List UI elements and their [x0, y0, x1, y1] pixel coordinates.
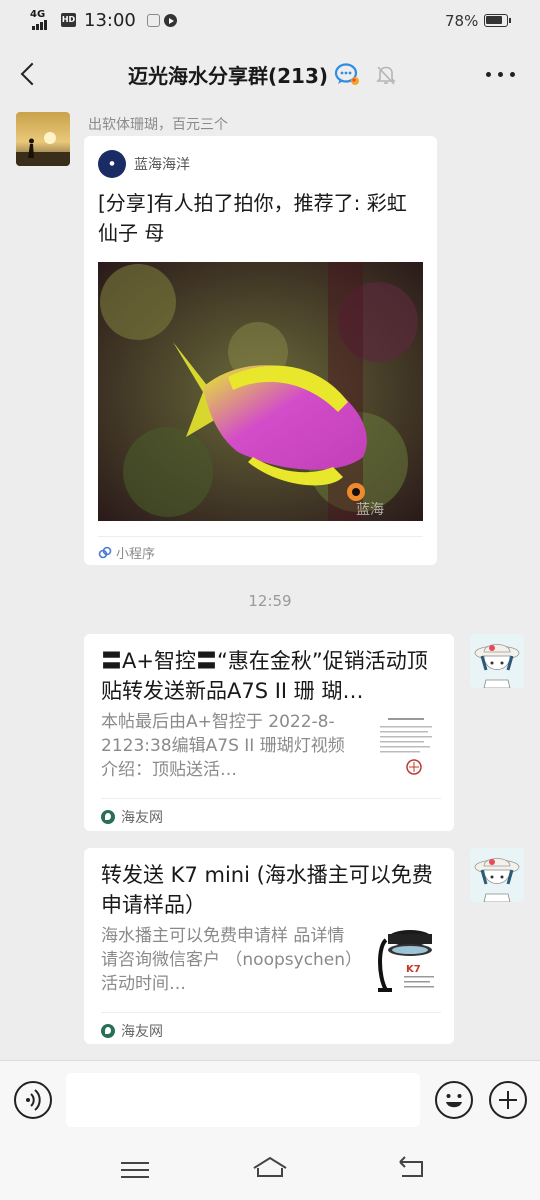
message-list[interactable]: 出软体珊瑚，百元三个 ● 蓝海海洋 [分享]有人拍了拍你，推荐了: 彩虹仙子 母	[0, 106, 540, 1060]
article-thumbnail	[374, 712, 438, 784]
article-card[interactable]: 〓A+智控〓“惠在金秋”促销活动顶贴转发送新品A7S II 珊 瑚… 本帖最后由…	[84, 634, 454, 831]
media-play-icon	[164, 14, 177, 27]
message-input[interactable]	[66, 1073, 420, 1127]
status-bar: 4G HD 13:00 78%	[0, 0, 540, 42]
mini-program-icon	[98, 546, 112, 558]
source-name: 海友网	[121, 810, 163, 826]
signal-icon	[32, 20, 47, 30]
sender-name: 出软体珊瑚，百元三个	[88, 117, 228, 133]
mini-program-card[interactable]: ● 蓝海海洋 [分享]有人拍了拍你，推荐了: 彩虹仙子 母 蓝海 小程序	[84, 136, 437, 565]
my-avatar[interactable]	[470, 848, 524, 902]
mini-program-footer: 小程序	[98, 536, 423, 562]
back-icon[interactable]	[396, 1154, 428, 1182]
mini-program-title: [分享]有人拍了拍你，推荐了: 彩虹仙子 母	[98, 191, 407, 245]
back-button[interactable]	[14, 60, 42, 88]
image-watermark: 蓝海	[356, 502, 384, 518]
title-group: 迈光海水分享群(213)	[128, 60, 396, 89]
sender-avatar[interactable]	[16, 112, 70, 166]
haiyou-logo-icon	[101, 810, 115, 824]
article-card[interactable]: 转发送 K7 mini (海水播主可以免费申请样品） 海水播主可以免费申请样 品…	[84, 848, 454, 1044]
more-button[interactable]	[486, 72, 516, 78]
battery-percent: 78%	[445, 12, 479, 30]
article-source: 海友网	[101, 1012, 441, 1041]
battery-icon	[484, 14, 511, 27]
bell-muted-icon	[376, 64, 396, 86]
chat-title: 迈光海水分享群(213)	[128, 64, 329, 88]
source-name: 海友网	[121, 1024, 163, 1040]
article-thumbnail: K7	[374, 926, 438, 998]
home-icon[interactable]	[252, 1154, 288, 1182]
article-description: 海水播主可以免费申请样 品详情请咨询微信客户 （noopsychen）活动时间…	[101, 926, 354, 994]
mini-program-label: 小程序	[116, 547, 156, 562]
article-title: 转发送 K7 mini (海水播主可以免费申请样品）	[101, 863, 433, 917]
voice-icon[interactable]	[14, 1081, 52, 1119]
time-separator: 12:59	[248, 592, 292, 610]
my-avatar[interactable]	[470, 634, 524, 688]
plus-icon[interactable]	[489, 1081, 527, 1119]
source-name: 蓝海海洋	[134, 157, 190, 173]
haiyou-logo-icon	[101, 1024, 115, 1038]
article-title: 〓A+智控〓“惠在金秋”促销活动顶贴转发送新品A7S II 珊 瑚…	[101, 649, 428, 703]
system-nav-bar	[0, 1140, 540, 1200]
chat-bubble-icon[interactable]	[334, 62, 360, 88]
emoji-icon[interactable]	[435, 1081, 473, 1119]
notification-icon	[147, 14, 160, 27]
menu-icon[interactable]	[121, 1160, 149, 1180]
input-bar	[0, 1060, 540, 1140]
source-logo: ●	[98, 150, 126, 178]
hd-badge: HD	[61, 13, 76, 27]
article-source: 海友网	[101, 798, 441, 827]
chat-header: 迈光海水分享群(213)	[0, 42, 540, 106]
fish-image: 蓝海	[98, 262, 423, 521]
network-type: 4G	[30, 9, 46, 20]
mini-program-source: ● 蓝海海洋	[98, 150, 190, 178]
thumbnail-text: K7	[406, 964, 421, 975]
status-time: 13:00	[84, 10, 136, 31]
article-description: 本帖最后由A+智控于 2022-8-2123:38编辑A7S II 珊瑚灯视频介…	[101, 712, 345, 780]
